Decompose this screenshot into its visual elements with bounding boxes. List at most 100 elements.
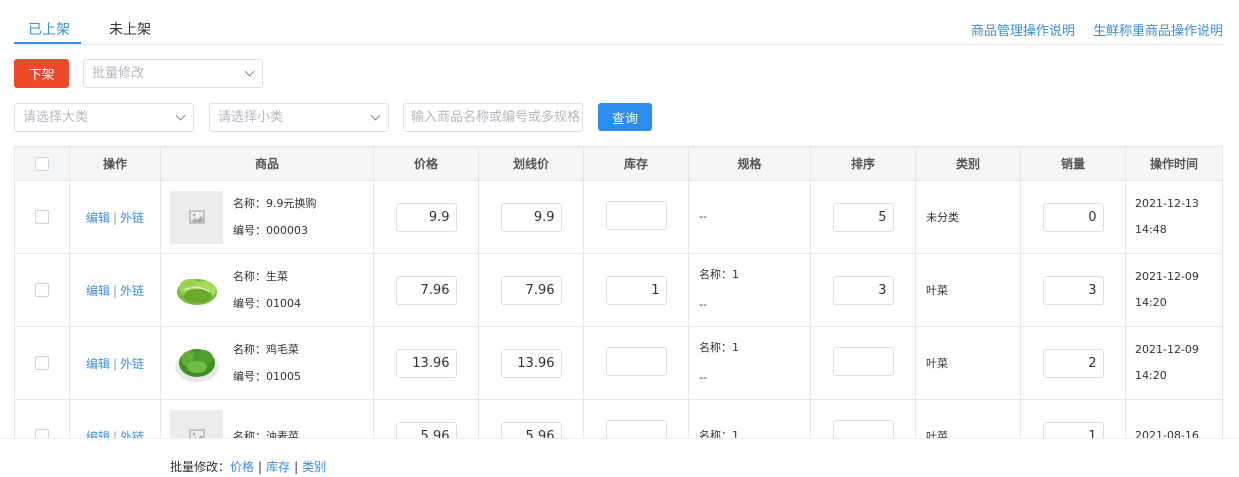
- separator: |: [258, 460, 263, 474]
- header-category: 类别: [915, 146, 1021, 181]
- table-header-row: 操作 商品 价格 划线价 库存 规格 排序 类别 销量 操作时间: [14, 146, 1223, 181]
- spec-line: --: [699, 371, 707, 384]
- list-price-cell: 9.9: [478, 180, 584, 254]
- category-placeholder: 请选择大类: [23, 110, 89, 125]
- header-list-price: 划线价: [478, 146, 584, 181]
- stock-cell: [583, 180, 689, 254]
- list-price-input[interactable]: 13.96: [500, 348, 562, 378]
- row-checkbox-cell: [14, 253, 70, 327]
- table-row: 编辑 | 外链 名称：9.9元换购 编号：000003 9.9 9.9 -- 5…: [14, 180, 1223, 254]
- header-product: 商品: [160, 146, 374, 181]
- external-link[interactable]: 外链: [120, 284, 144, 298]
- row-actions: 编辑 | 外链: [69, 253, 161, 327]
- edit-link[interactable]: 编辑: [86, 284, 110, 298]
- category-text: 叶菜: [926, 284, 948, 297]
- row-checkbox-cell: [14, 180, 70, 254]
- off-shelf-button[interactable]: 下架: [14, 59, 69, 88]
- list-price-cell: 13.96: [478, 326, 584, 400]
- sales-input[interactable]: 2: [1042, 348, 1104, 378]
- product-name: 名称：9.9元换购: [233, 197, 317, 210]
- product-cell: 名称：生菜 编号：01004: [160, 253, 374, 327]
- batch-edit-price-link[interactable]: 价格: [230, 460, 254, 474]
- product-management-page: 已上架 未上架 商品管理操作说明 生鲜称重商品操作说明 下架 批量修改 请选择大…: [0, 0, 1239, 477]
- op-time: 14:20: [1135, 296, 1167, 309]
- sort-cell: [810, 326, 916, 400]
- spec-line: 名称：1: [699, 341, 739, 354]
- fresh-weighing-help-link[interactable]: 生鲜称重商品操作说明: [1093, 20, 1223, 39]
- sort-cell: 5: [810, 180, 916, 254]
- list-price-input[interactable]: 9.9: [500, 202, 562, 232]
- price-input[interactable]: 7.96: [395, 275, 457, 305]
- edit-link[interactable]: 编辑: [86, 211, 110, 225]
- lettuce-photo: [170, 263, 223, 317]
- table-row: 编辑 | 外链: [14, 253, 1223, 327]
- sort-input[interactable]: 5: [832, 202, 894, 232]
- batch-edit-category-link[interactable]: 类别: [302, 460, 326, 474]
- placeholder-image-icon: [170, 190, 223, 244]
- sales-input[interactable]: 3: [1042, 275, 1104, 305]
- row-actions: 编辑 | 外链: [69, 180, 161, 254]
- separator: |: [294, 460, 299, 474]
- time-cell: 2021-12-09 14:20: [1125, 326, 1223, 400]
- sort-cell: 3: [810, 253, 916, 327]
- search-button[interactable]: 查询: [598, 103, 652, 131]
- time-cell: 2021-12-13 14:48: [1125, 180, 1223, 254]
- batch-edit-placeholder: 批量修改: [92, 66, 145, 81]
- select-all-checkbox[interactable]: [35, 156, 49, 171]
- separator: |: [112, 283, 118, 298]
- sort-input[interactable]: 3: [832, 275, 894, 305]
- sales-cell: 3: [1020, 253, 1126, 327]
- tab-off-shelf[interactable]: 未上架: [109, 19, 151, 39]
- product-code: 编号：01004: [233, 297, 301, 310]
- external-link[interactable]: 外链: [120, 357, 144, 371]
- product-code: 编号：01005: [233, 370, 301, 383]
- chevron-down-icon: [244, 66, 255, 77]
- category-select[interactable]: 请选择大类: [14, 103, 194, 132]
- stock-input[interactable]: [605, 347, 667, 376]
- price-cell: 13.96: [373, 326, 479, 400]
- spec-line: --: [699, 210, 707, 223]
- header-time: 操作时间: [1125, 146, 1223, 181]
- price-cell: 7.96: [373, 253, 479, 327]
- op-date: 2021-12-13: [1135, 197, 1199, 210]
- product-search-input[interactable]: [403, 103, 583, 132]
- subcategory-select[interactable]: 请选择小类: [209, 103, 389, 132]
- select-all-cell: [14, 146, 70, 181]
- price-input[interactable]: 9.9: [395, 202, 457, 232]
- row-checkbox[interactable]: [35, 283, 49, 298]
- sales-cell: 2: [1020, 326, 1126, 400]
- batch-edit-stock-link[interactable]: 库存: [266, 460, 290, 474]
- op-date: 2021-12-09: [1135, 343, 1199, 356]
- sales-cell: 0: [1020, 180, 1126, 254]
- edit-link[interactable]: 编辑: [86, 357, 110, 371]
- row-checkbox[interactable]: [35, 356, 49, 371]
- stock-input[interactable]: 1: [605, 275, 667, 305]
- spec-line: --: [699, 298, 707, 311]
- chevron-down-icon: [175, 110, 186, 121]
- row-actions: 编辑 | 外链: [69, 326, 161, 400]
- row-checkbox-cell: [14, 326, 70, 400]
- stock-input[interactable]: [605, 201, 667, 230]
- list-price-cell: 7.96: [478, 253, 584, 327]
- batch-edit-bar: 批量修改：价格 | 库存 | 类别: [0, 438, 1239, 477]
- sales-input[interactable]: 0: [1042, 202, 1104, 232]
- sort-input[interactable]: [832, 347, 894, 376]
- batch-edit-label: 批量修改：: [170, 460, 231, 474]
- spec-line: 名称：1: [699, 268, 739, 281]
- product-management-help-link[interactable]: 商品管理操作说明: [971, 20, 1075, 39]
- separator: |: [112, 210, 118, 225]
- list-price-input[interactable]: 7.96: [500, 275, 562, 305]
- tab-on-shelf[interactable]: 已上架: [28, 19, 70, 39]
- batch-edit-select[interactable]: 批量修改: [83, 59, 263, 88]
- price-input[interactable]: 13.96: [395, 348, 457, 378]
- price-cell: 9.9: [373, 180, 479, 254]
- category-text: 叶菜: [926, 357, 948, 370]
- header-actions: 操作: [69, 146, 161, 181]
- batch-edit-actions: 批量修改：价格 | 库存 | 类别: [170, 458, 326, 475]
- header-stock: 库存: [583, 146, 689, 181]
- category-cell: 未分类: [915, 180, 1021, 254]
- active-tab-indicator: [14, 42, 81, 44]
- external-link[interactable]: 外链: [120, 211, 144, 225]
- category-text: 未分类: [926, 211, 959, 224]
- row-checkbox[interactable]: [35, 210, 49, 225]
